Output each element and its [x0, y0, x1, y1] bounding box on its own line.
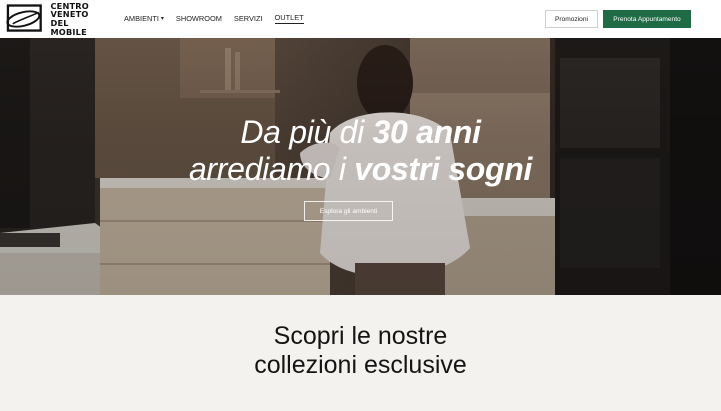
logo-text: CENTRO VENETO DEL MOBILE — [50, 2, 106, 36]
nav-item-label: SERVIZI — [233, 14, 263, 23]
site-header: CENTRO VENETO DEL MOBILE AMBIENTI ▾ SHOW… — [0, 0, 721, 38]
nav-item-outlet[interactable]: OUTLET — [274, 13, 304, 24]
nav-item-label: AMBIENTI — [124, 14, 159, 23]
collections-title-line: collezioni esclusive — [254, 351, 467, 379]
hero-title-line-1: Da più di 30 anni — [0, 114, 721, 151]
prenota-appuntamento-button[interactable]: Prenota Appuntamento — [603, 10, 691, 28]
nav-item-showroom[interactable]: SHOWROOM — [176, 14, 222, 23]
esplora-ambienti-button[interactable]: Esplora gli ambienti — [304, 201, 393, 221]
collections-title: Scopri le nostre collezioni esclusive — [0, 322, 721, 380]
promozioni-button[interactable]: Promozioni — [545, 10, 598, 28]
hero-title: Da più di 30 anni arrediamo i vostri sog… — [0, 114, 721, 188]
collections-title-line: Scopri le nostre — [273, 322, 448, 350]
hero-title-line-2: arrediamo i vostri sogni — [0, 151, 721, 188]
logo-line: DEL MOBILE — [50, 18, 87, 37]
nav-item-servizi[interactable]: SERVIZI — [234, 14, 263, 23]
hero-title-emphasis: vostri sogni — [354, 151, 533, 187]
nav-item-label: OUTLET — [274, 13, 304, 22]
logo-mark-icon — [6, 4, 42, 32]
nav-item-ambienti[interactable]: AMBIENTI ▾ — [124, 14, 164, 23]
main-nav: AMBIENTI ▾ SHOWROOM SERVIZI OUTLET — [124, 13, 304, 24]
nav-item-label: SHOWROOM — [175, 14, 222, 23]
hero-title-text: Da più di — [240, 114, 373, 150]
logo[interactable]: CENTRO VENETO DEL MOBILE — [6, 2, 106, 36]
hero-banner: Da più di 30 anni arrediamo i vostri sog… — [0, 38, 721, 295]
hero-title-emphasis: 30 anni — [372, 114, 481, 150]
hero-title-text: arrediamo i — [188, 151, 355, 187]
chevron-down-icon: ▾ — [160, 15, 164, 22]
